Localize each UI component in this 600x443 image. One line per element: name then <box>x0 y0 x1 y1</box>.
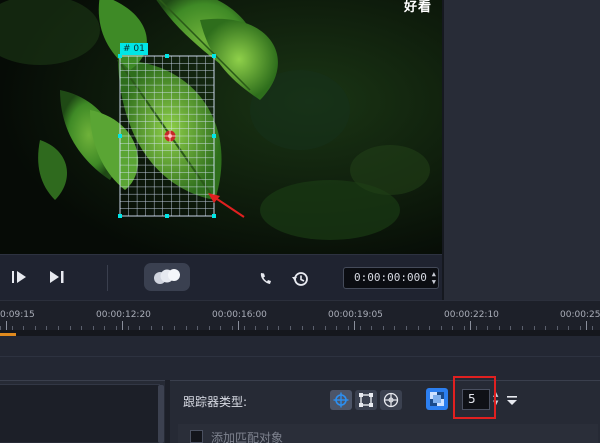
ruler-major-tick <box>122 321 123 330</box>
history-icon[interactable] <box>291 270 309 291</box>
play-icon[interactable] <box>10 270 28 287</box>
mosaic-icon <box>430 392 444 406</box>
list-scrollbar[interactable] <box>158 385 164 443</box>
tracker-type-label: 跟踪器类型: <box>183 395 248 409</box>
area-box-icon <box>359 393 373 407</box>
toolbar-separator <box>107 265 108 291</box>
overlay-title-text: 好看 <box>403 0 432 15</box>
highlight-annotation-box <box>453 376 496 419</box>
ruler-major-tick <box>586 321 587 330</box>
properties-list-panel <box>0 380 165 443</box>
tracker-type-point-button[interactable] <box>330 390 352 410</box>
properties-list[interactable] <box>0 384 160 442</box>
track-divider <box>0 356 600 357</box>
ruler-label: 0:09:15 <box>0 310 35 320</box>
ruler-label: 00:00:12:20 <box>96 310 151 320</box>
mosaic-grid-button[interactable] <box>426 388 448 410</box>
ruler-label: 00:00:19:05 <box>328 310 383 320</box>
blend-mode-button[interactable] <box>144 263 190 291</box>
circles-icon <box>154 269 180 284</box>
tracker-id-label: # 01 <box>120 43 148 55</box>
phone-icon[interactable] <box>258 271 274 290</box>
video-editor: { "preview": { "overlay_title": "好看", "t… <box>0 0 600 443</box>
ruler-label: 00:00:22:10 <box>444 310 499 320</box>
tracker-type-area-button[interactable] <box>355 390 377 410</box>
panel-divider <box>442 0 444 300</box>
video-preview[interactable]: # 01 好看 <box>0 0 442 254</box>
target-grid-icon <box>383 392 399 408</box>
ruler-label: 00:00:25:1 <box>560 310 600 320</box>
timeline-track-area[interactable] <box>0 336 600 380</box>
timecode-value: 0:00:00:000 <box>354 271 427 284</box>
leaf-video-frame <box>0 0 442 254</box>
ruler-major-tick <box>354 321 355 330</box>
step-forward-icon[interactable] <box>48 270 66 287</box>
playback-toolbar: 0:00:00:000 ▲ ▼ <box>0 254 442 300</box>
add-match-object-label: 添加匹配对象 <box>211 431 284 443</box>
timeline-ruler[interactable]: 0:09:15 00:00:12:20 00:00:16:00 00:00:19… <box>0 300 600 330</box>
timecode-input[interactable]: 0:00:00:000 ▲ ▼ <box>343 267 439 289</box>
preview-side-panel <box>442 0 600 300</box>
dropdown-arrow-icon[interactable] <box>505 392 519 405</box>
tracker-type-multipoint-button[interactable] <box>380 390 402 410</box>
ruler-major-tick <box>238 321 239 330</box>
ruler-major-tick <box>6 321 7 330</box>
timecode-spinner-icon[interactable]: ▲ ▼ <box>432 270 436 286</box>
add-match-object-checkbox[interactable] <box>190 430 203 443</box>
crosshair-icon <box>333 392 349 408</box>
ruler-major-tick <box>470 321 471 330</box>
ruler-label: 00:00:16:00 <box>212 310 267 320</box>
